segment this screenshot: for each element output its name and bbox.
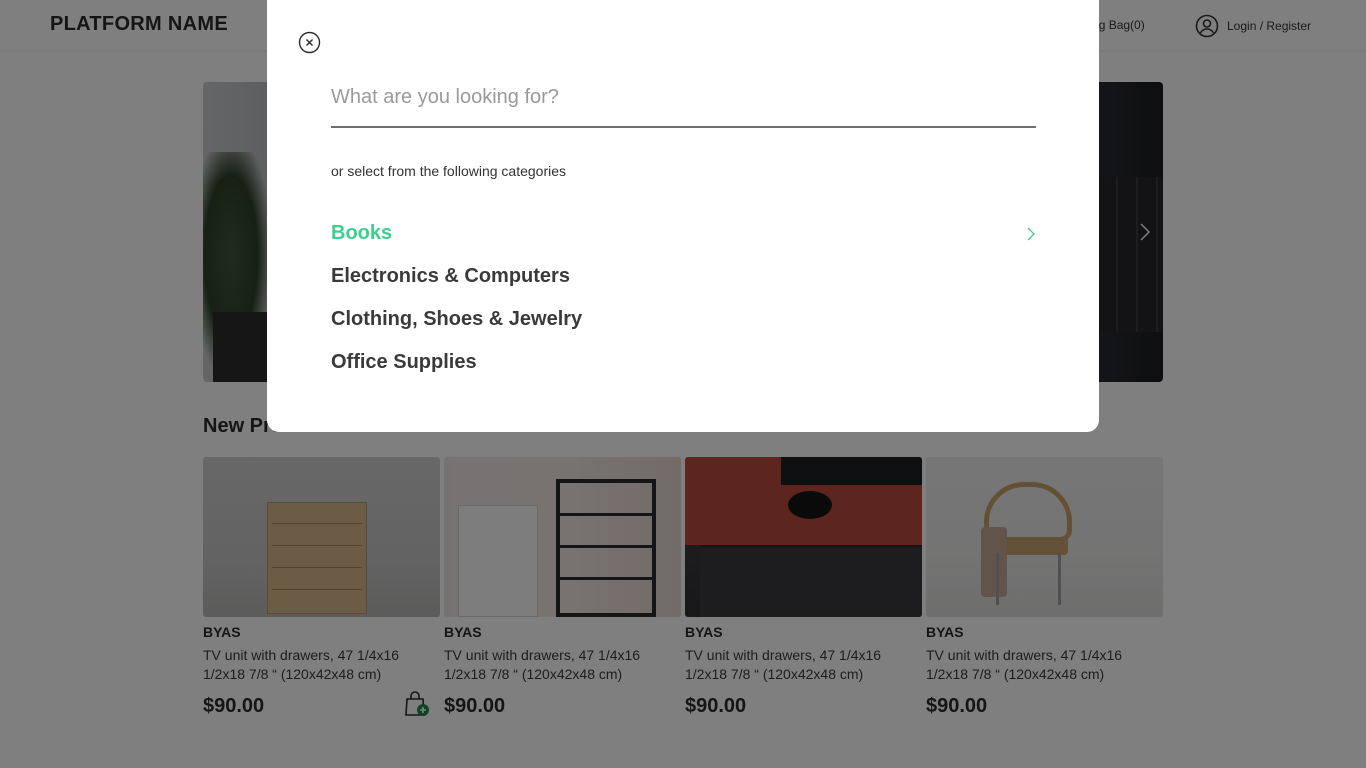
search-modal: or select from the following categories … — [267, 0, 1099, 432]
category-label: Electronics & Computers — [331, 265, 570, 287]
category-item-electronics-computers[interactable]: Electronics & Computers — [331, 255, 1036, 298]
category-list: Books Electronics & Computers Clothing, … — [331, 212, 1036, 384]
category-label: Clothing, Shoes & Jewelry — [331, 308, 583, 330]
close-icon[interactable] — [298, 31, 321, 54]
category-label: Office Supplies — [331, 351, 477, 373]
categories-hint: or select from the following categories — [331, 163, 566, 179]
category-item-clothing-shoes-jewelry[interactable]: Clothing, Shoes & Jewelry — [331, 298, 1036, 341]
category-item-books[interactable]: Books — [331, 212, 1036, 255]
category-item-office-supplies[interactable]: Office Supplies — [331, 341, 1036, 384]
chevron-right-icon — [1027, 227, 1035, 240]
category-label: Books — [331, 222, 393, 244]
search-input[interactable] — [331, 80, 1036, 128]
